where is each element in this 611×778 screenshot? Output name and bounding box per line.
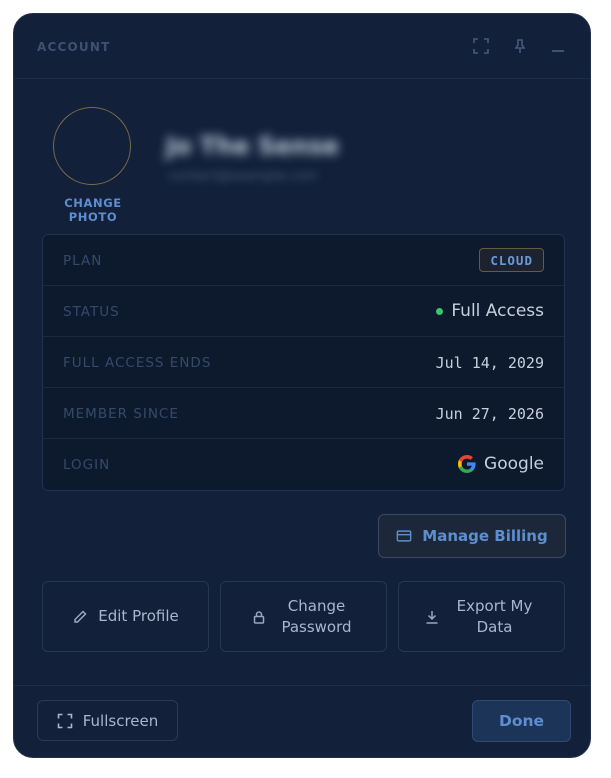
login-provider: Google: [484, 454, 544, 474]
export-data-button[interactable]: Export My Data: [398, 581, 565, 652]
detail-label: MEMBER SINCE: [63, 406, 179, 422]
fullscreen-icon: [57, 713, 73, 729]
manage-billing-label: Manage Billing: [422, 527, 548, 545]
credit-card-icon: [396, 528, 412, 544]
change-password-button[interactable]: Change Password: [220, 581, 387, 652]
detail-row-login: LOGIN Google: [43, 439, 564, 490]
minimize-icon[interactable]: [549, 37, 567, 55]
user-name: Jo The Sense: [166, 132, 340, 160]
expand-icon[interactable]: [472, 37, 490, 55]
avatar[interactable]: [53, 107, 131, 185]
change-password-label: Change Password: [281, 596, 352, 636]
detail-label: FULL ACCESS ENDS: [63, 355, 212, 371]
status-text: Full Access: [451, 301, 544, 321]
google-icon: [458, 455, 476, 473]
detail-label: STATUS: [63, 304, 120, 320]
plan-badge: CLOUD: [479, 248, 544, 272]
status-value: Full Access: [436, 301, 544, 321]
member-since-value: Jun 27, 2026: [435, 405, 544, 423]
manage-billing-button[interactable]: Manage Billing: [378, 514, 566, 558]
pencil-icon: [72, 609, 88, 625]
title-bar: ACCOUNT: [14, 14, 590, 79]
detail-label: LOGIN: [63, 457, 111, 473]
edit-profile-label: Edit Profile: [98, 607, 179, 625]
download-icon: [424, 609, 440, 625]
lock-icon: [251, 609, 267, 625]
access-ends-value: Jul 14, 2029: [435, 354, 544, 372]
change-photo-link[interactable]: CHANGE PHOTO: [42, 196, 144, 224]
detail-row-access-ends: FULL ACCESS ENDS Jul 14, 2029: [43, 337, 564, 388]
export-data-label: Export My Data: [456, 596, 533, 636]
status-dot-icon: [436, 307, 444, 315]
detail-row-member-since: MEMBER SINCE Jun 27, 2026: [43, 388, 564, 439]
detail-row-status: STATUS Full Access: [43, 286, 564, 337]
fullscreen-button[interactable]: Fullscreen: [37, 700, 178, 741]
fullscreen-label: Fullscreen: [82, 711, 159, 730]
pin-icon[interactable]: [511, 37, 529, 55]
window-title: ACCOUNT: [37, 40, 111, 54]
account-details-table: PLAN CLOUD STATUS Full Access FULL ACCES…: [42, 234, 565, 491]
done-button[interactable]: Done: [472, 700, 571, 742]
detail-label: PLAN: [63, 253, 103, 269]
account-panel: ACCOUNT CHANGE PHOTO Jo The Sense contac…: [13, 13, 591, 758]
detail-row-plan: PLAN CLOUD: [43, 235, 564, 286]
edit-profile-button[interactable]: Edit Profile: [42, 581, 209, 652]
login-value: Google: [458, 454, 544, 474]
user-email: contact@example.com: [168, 169, 318, 184]
